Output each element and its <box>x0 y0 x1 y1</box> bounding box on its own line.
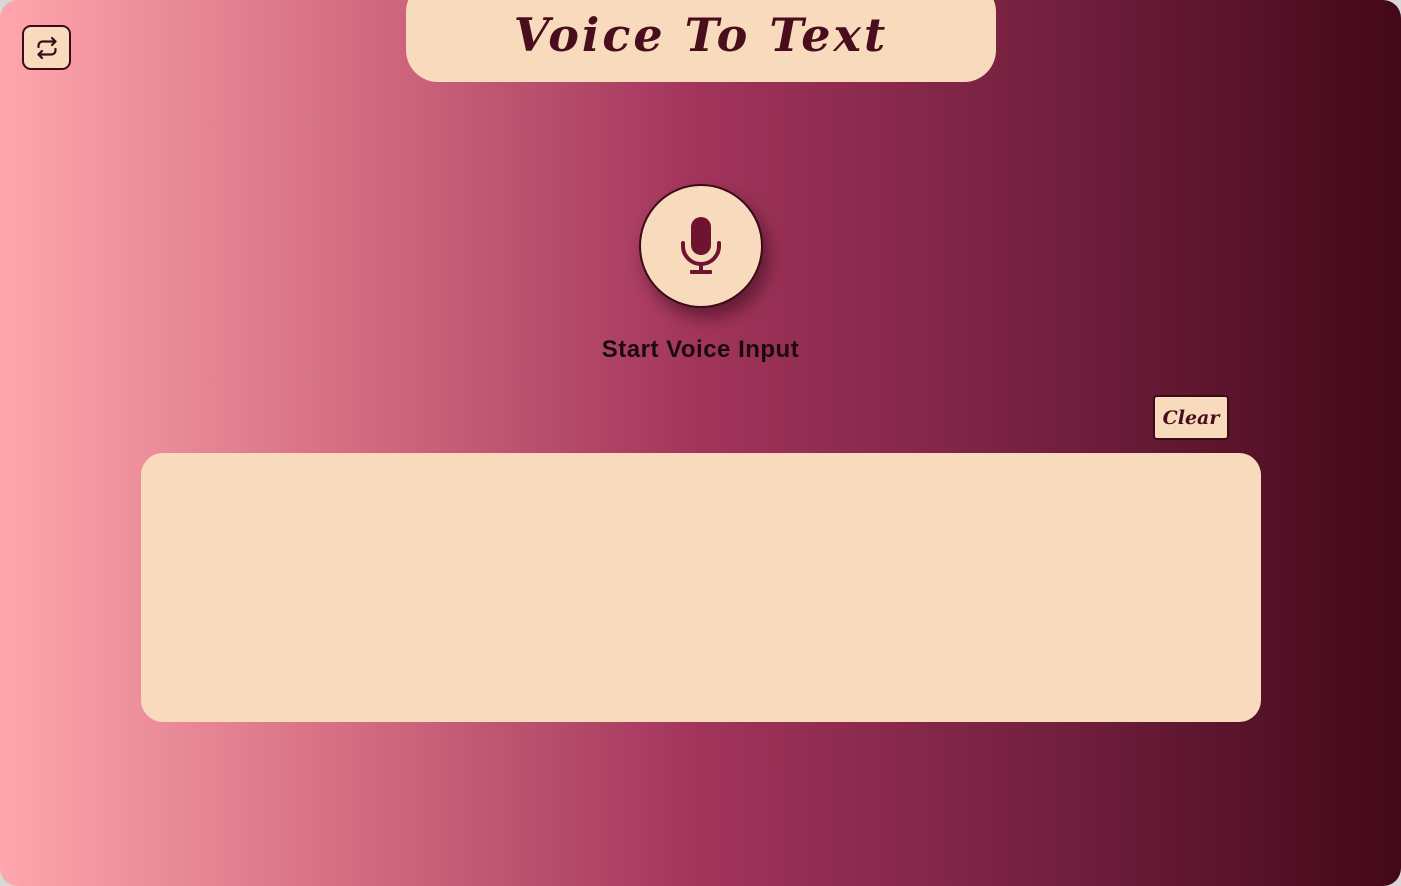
clear-button[interactable]: Clear <box>1153 395 1229 440</box>
start-voice-input-button[interactable] <box>639 184 763 308</box>
start-voice-input-label: Start Voice Input <box>601 336 800 363</box>
microphone-icon <box>679 215 723 277</box>
app-title: Voice To Text <box>513 8 889 62</box>
title-banner: Voice To Text <box>406 0 996 82</box>
transcript-textarea[interactable] <box>141 453 1261 722</box>
voice-to-text-app: Voice To Text Start Voice Input Clear <box>0 0 1401 886</box>
repeat-arrows-icon <box>35 36 59 60</box>
switch-mode-button[interactable] <box>22 25 71 70</box>
